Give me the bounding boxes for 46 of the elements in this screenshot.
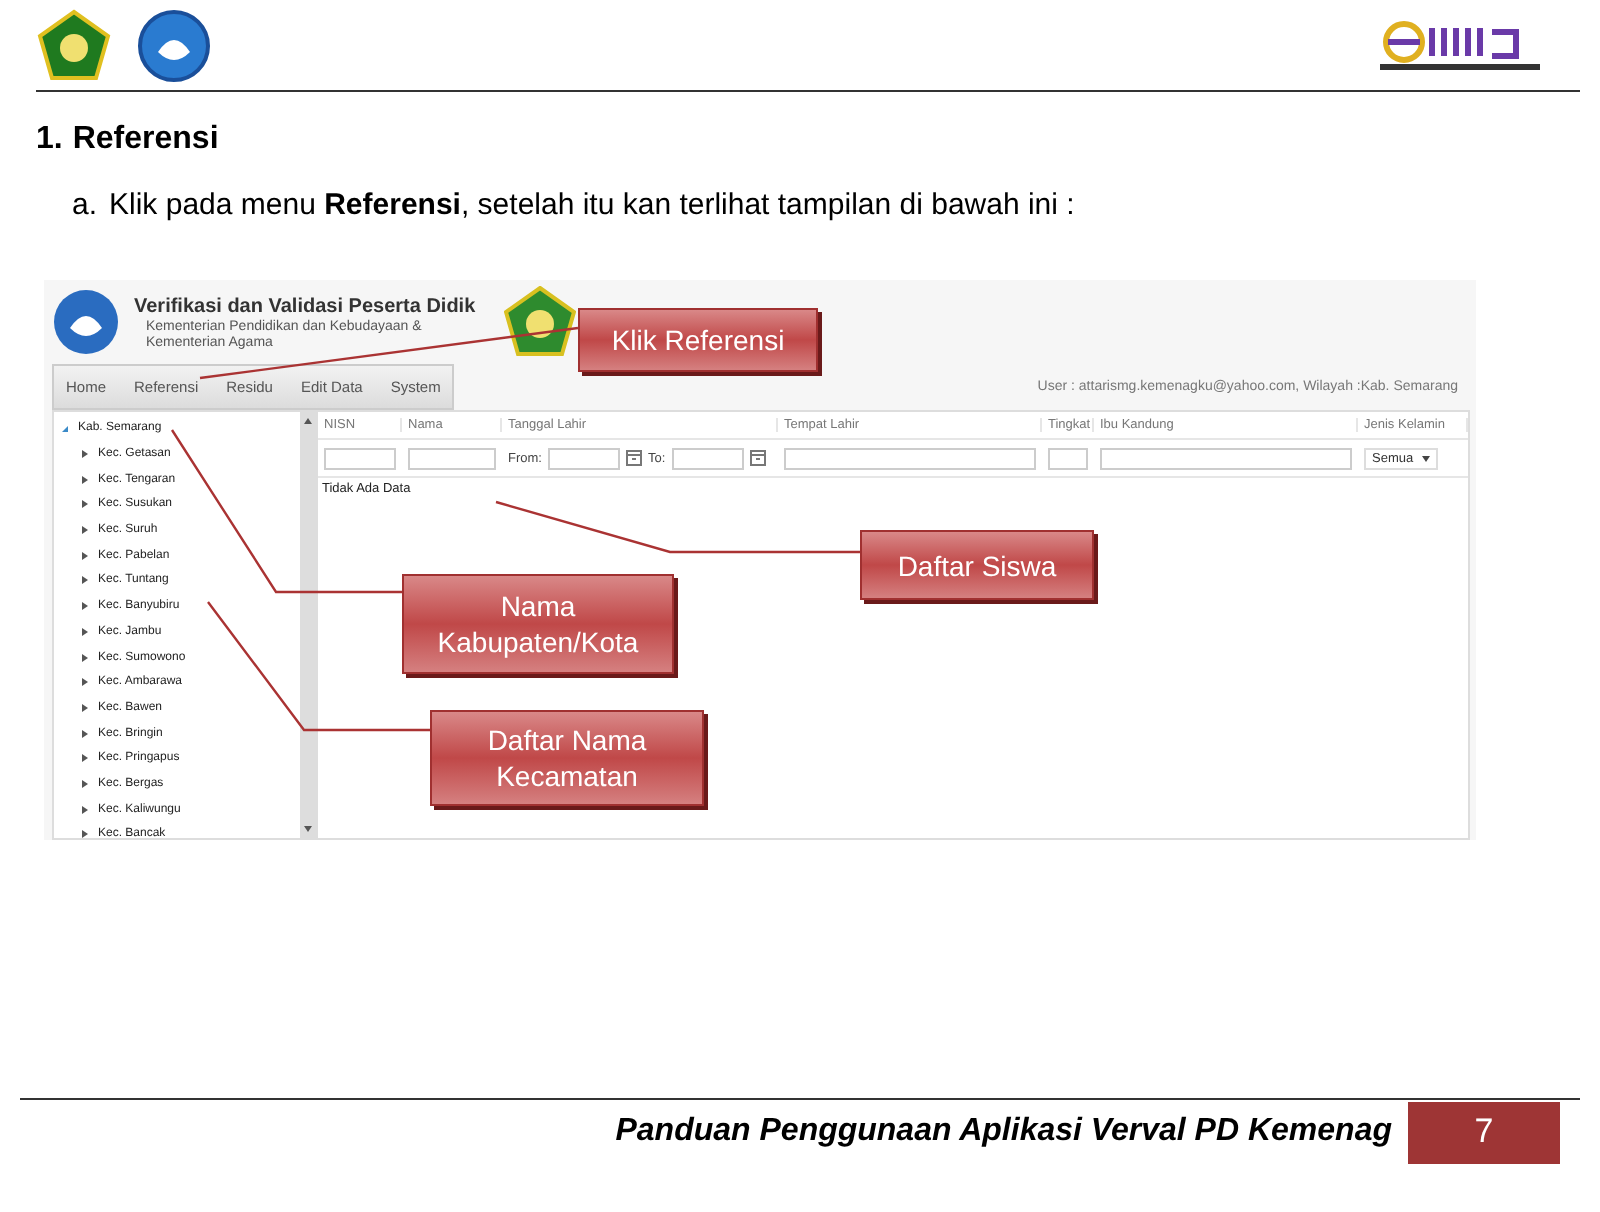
filter-input[interactable] <box>408 447 496 469</box>
section-heading: Referensi <box>72 120 219 160</box>
caret-icon <box>1421 455 1430 461</box>
expander-icon[interactable] <box>82 653 88 662</box>
footer-title: Panduan Penggunaan Aplikasi Verval PD Kemenag <box>615 1114 1392 1150</box>
page-number: 7 <box>1408 1101 1560 1163</box>
emblem-icon <box>36 7 112 83</box>
callout-label: Klik Referensi <box>578 308 818 372</box>
expander-icon[interactable] <box>82 551 88 560</box>
expander-icon[interactable] <box>82 754 88 763</box>
app-title: Verifikasi dan Validasi Peserta Didik <box>134 293 478 319</box>
filter-input[interactable] <box>324 447 396 469</box>
filter-input[interactable] <box>1100 447 1352 469</box>
expander-icon[interactable] <box>82 703 88 712</box>
expander-icon[interactable] <box>82 729 88 738</box>
filter-input[interactable] <box>1048 447 1088 469</box>
emblem-icon <box>52 288 120 356</box>
expander-icon[interactable] <box>82 805 88 814</box>
expander-icon[interactable] <box>82 779 88 788</box>
scrollbar[interactable] <box>300 412 316 838</box>
instruction-text: Klik pada menu Referensi, setelah itu kan terlihat tampilan di bawah ini : <box>109 186 1075 226</box>
expander-icon[interactable] <box>82 500 88 509</box>
expander-icon[interactable] <box>82 475 88 484</box>
emblem-icon <box>504 286 576 358</box>
calendar-icon <box>749 450 766 466</box>
emblem-icon <box>136 7 212 83</box>
expander-icon[interactable] <box>82 602 88 611</box>
filter-input[interactable] <box>784 447 1036 469</box>
callout-label: Daftar Nama Kecamatan <box>430 710 704 806</box>
expander-icon[interactable] <box>82 830 88 838</box>
callout-label: Daftar Siswa <box>860 530 1094 600</box>
callout-label: Nama Kabupaten/Kota <box>402 574 674 674</box>
calendar-icon <box>625 450 642 466</box>
expander-icon[interactable] <box>82 450 88 459</box>
heading-number: 1. <box>36 120 63 160</box>
date-input[interactable] <box>547 447 620 469</box>
expander-icon[interactable] <box>82 526 88 535</box>
logo-icon <box>1376 15 1544 75</box>
scroll-up-icon[interactable] <box>304 418 312 424</box>
expander-icon[interactable] <box>82 627 88 636</box>
expander-icon[interactable] <box>62 425 68 432</box>
list-marker: a. <box>72 186 98 226</box>
expander-icon[interactable] <box>82 576 88 585</box>
expander-icon[interactable] <box>82 678 88 687</box>
date-input[interactable] <box>671 447 744 469</box>
scroll-down-icon[interactable] <box>304 826 312 832</box>
